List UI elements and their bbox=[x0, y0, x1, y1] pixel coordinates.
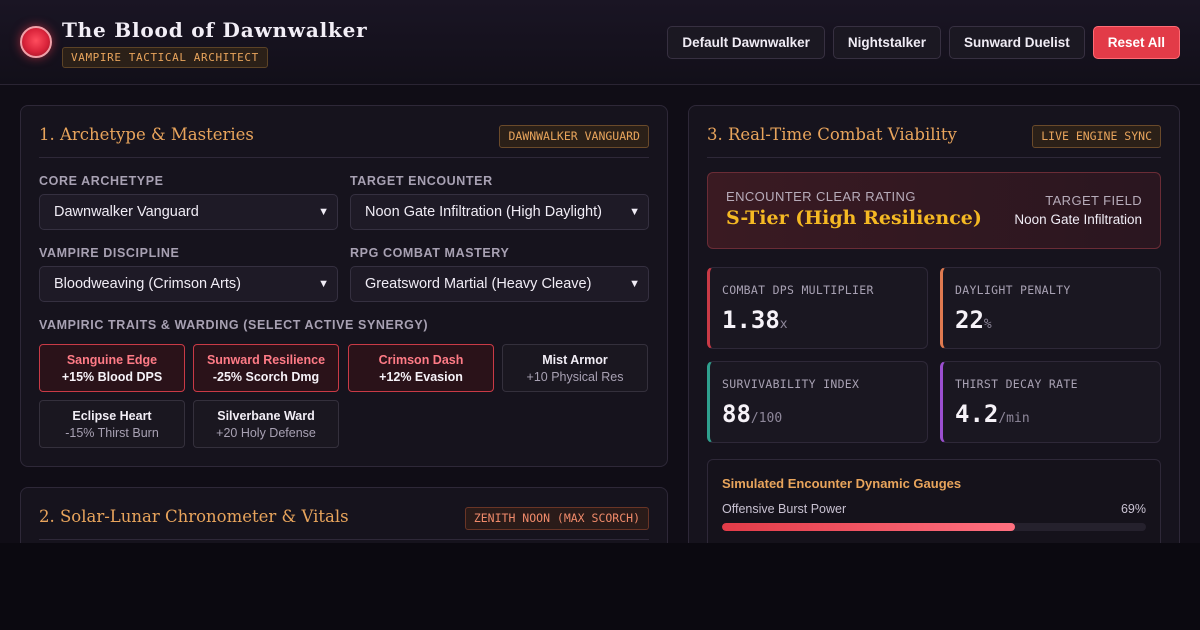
trait-effect: +15% Blood DPS bbox=[61, 370, 163, 384]
combat-mastery-label: RPG COMBAT MASTERY bbox=[350, 246, 510, 260]
stat-value: 22% bbox=[955, 306, 992, 334]
trait-eclipse-heart[interactable]: Eclipse Heart -15% Thirst Burn bbox=[39, 400, 185, 448]
select-value: Noon Gate Infiltration (High Daylight) bbox=[365, 204, 602, 220]
trait-silverbane-ward[interactable]: Silverbane Ward +20 Holy Defense bbox=[193, 400, 339, 448]
stat-daylight-penalty: DAYLIGHT PENALTY 22% bbox=[940, 267, 1161, 349]
chevron-down-icon: ▼ bbox=[629, 278, 640, 290]
reset-all-button[interactable]: Reset All bbox=[1092, 26, 1180, 59]
trait-name: Silverbane Ward bbox=[217, 409, 315, 423]
stat-thirst-decay-rate: THIRST DECAY RATE 4.2/min bbox=[940, 361, 1161, 443]
gauge-label: Offensive Burst Power bbox=[722, 502, 847, 516]
trait-sanguine-edge[interactable]: Sanguine Edge +15% Blood DPS bbox=[39, 344, 185, 392]
target-field-label: TARGET FIELD bbox=[1045, 193, 1142, 208]
panel-title: 1. Archetype & Masteries bbox=[39, 125, 254, 144]
stat-number: 88 bbox=[722, 400, 751, 428]
stat-unit: /100 bbox=[750, 411, 783, 426]
stat-dps-multiplier: COMBAT DPS MULTIPLIER 1.38x bbox=[707, 267, 928, 349]
select-value: Dawnwalker Vanguard bbox=[54, 204, 199, 220]
app-header: The Blood of Dawnwalker VAMPIRE TACTICAL… bbox=[0, 0, 1200, 85]
gauges-title: Simulated Encounter Dynamic Gauges bbox=[722, 476, 962, 491]
stat-survivability-index: SURVIVABILITY INDEX 88/100 bbox=[707, 361, 928, 443]
stat-value: 88/100 bbox=[722, 400, 782, 428]
blood-orb-icon bbox=[20, 26, 52, 58]
rating-label: ENCOUNTER CLEAR RATING bbox=[726, 189, 916, 204]
stat-number: 1.38 bbox=[722, 306, 780, 334]
trait-sunward-resilience[interactable]: Sunward Resilience -25% Scorch Dmg bbox=[193, 344, 339, 392]
preset-default-dawnwalker-button[interactable]: Default Dawnwalker bbox=[667, 26, 825, 59]
traits-label: VAMPIRIC TRAITS & WARDING (SELECT ACTIVE… bbox=[39, 318, 429, 332]
vampire-discipline-label: VAMPIRE DISCIPLINE bbox=[39, 246, 180, 260]
trait-effect: -15% Thirst Burn bbox=[65, 426, 159, 440]
app-viewport: The Blood of Dawnwalker VAMPIRE TACTICAL… bbox=[0, 0, 1200, 543]
vampire-discipline-select[interactable]: Bloodweaving (Crimson Arts) ▼ bbox=[39, 266, 338, 302]
app-subtitle-badge: VAMPIRE TACTICAL ARCHITECT bbox=[62, 47, 268, 68]
stat-unit: % bbox=[983, 317, 992, 332]
target-encounter-select[interactable]: Noon Gate Infiltration (High Daylight) ▼ bbox=[350, 194, 649, 230]
trait-name: Crimson Dash bbox=[378, 353, 464, 367]
panel-title: 3. Real-Time Combat Viability bbox=[707, 125, 957, 144]
stat-unit: /min bbox=[998, 411, 1030, 426]
gauge-percent: 69% bbox=[1120, 502, 1146, 516]
trait-name: Eclipse Heart bbox=[72, 409, 152, 423]
archetype-tag: DAWNWALKER VANGUARD bbox=[499, 125, 649, 148]
divider bbox=[39, 539, 649, 540]
trait-name: Sunward Resilience bbox=[206, 353, 326, 367]
stat-unit: x bbox=[779, 317, 788, 332]
chevron-down-icon: ▼ bbox=[318, 206, 329, 218]
viability-panel: 3. Real-Time Combat Viability LIVE ENGIN… bbox=[688, 105, 1180, 543]
stat-value: 4.2/min bbox=[955, 400, 1030, 428]
core-archetype-select[interactable]: Dawnwalker Vanguard ▼ bbox=[39, 194, 338, 230]
combat-mastery-select[interactable]: Greatsword Martial (Heavy Cleave) ▼ bbox=[350, 266, 649, 302]
preset-bar: Default Dawnwalker Nightstalker Sunward … bbox=[667, 26, 1180, 59]
trait-crimson-dash[interactable]: Crimson Dash +12% Evasion bbox=[348, 344, 494, 392]
chevron-down-icon: ▼ bbox=[318, 278, 329, 290]
target-field-value: Noon Gate Infiltration bbox=[1014, 212, 1142, 227]
trait-effect: +20 Holy Defense bbox=[216, 426, 316, 440]
core-archetype-label: CORE ARCHETYPE bbox=[39, 174, 164, 188]
dynamic-gauges-card: Simulated Encounter Dynamic Gauges Offen… bbox=[707, 459, 1161, 543]
encounter-rating-card: ENCOUNTER CLEAR RATING S-Tier (High Resi… bbox=[707, 172, 1161, 249]
chevron-down-icon: ▼ bbox=[629, 206, 640, 218]
select-value: Bloodweaving (Crimson Arts) bbox=[54, 276, 241, 292]
stat-label: THIRST DECAY RATE bbox=[955, 377, 1078, 391]
preset-nightstalker-button[interactable]: Nightstalker bbox=[832, 26, 941, 59]
stat-value: 1.38x bbox=[722, 306, 788, 334]
stat-label: SURVIVABILITY INDEX bbox=[722, 377, 860, 391]
trait-effect: +12% Evasion bbox=[379, 370, 463, 384]
rating-value: S-Tier (High Resilience) bbox=[726, 207, 982, 229]
gauge-track bbox=[722, 523, 1146, 531]
trait-effect: -25% Scorch Dmg bbox=[212, 370, 320, 384]
live-sync-tag: LIVE ENGINE SYNC bbox=[1032, 125, 1161, 148]
divider bbox=[39, 157, 649, 158]
app-title: The Blood of Dawnwalker bbox=[62, 18, 368, 42]
trait-name: Sanguine Edge bbox=[66, 353, 158, 367]
trait-mist-armor[interactable]: Mist Armor +10 Physical Res bbox=[502, 344, 648, 392]
stat-number: 22 bbox=[955, 306, 984, 334]
stat-number: 4.2 bbox=[955, 400, 999, 428]
panel-title: 2. Solar-Lunar Chronometer & Vitals bbox=[39, 507, 349, 526]
stat-label: DAYLIGHT PENALTY bbox=[955, 283, 1071, 297]
select-value: Greatsword Martial (Heavy Cleave) bbox=[365, 276, 592, 292]
stat-label: COMBAT DPS MULTIPLIER bbox=[722, 283, 874, 297]
gauge-fill bbox=[722, 523, 1015, 531]
trait-name: Mist Armor bbox=[542, 353, 608, 367]
solar-phase-tag: ZENITH NOON (MAX SCORCH) bbox=[464, 507, 649, 530]
preset-sunward-duelist-button[interactable]: Sunward Duelist bbox=[948, 26, 1085, 59]
target-encounter-label: TARGET ENCOUNTER bbox=[350, 174, 493, 188]
archetype-panel: 1. Archetype & Masteries DAWNWALKER VANG… bbox=[20, 105, 668, 467]
trait-effect: +10 Physical Res bbox=[526, 370, 624, 384]
chronometer-panel: 2. Solar-Lunar Chronometer & Vitals ZENI… bbox=[20, 487, 668, 543]
divider bbox=[707, 157, 1161, 158]
